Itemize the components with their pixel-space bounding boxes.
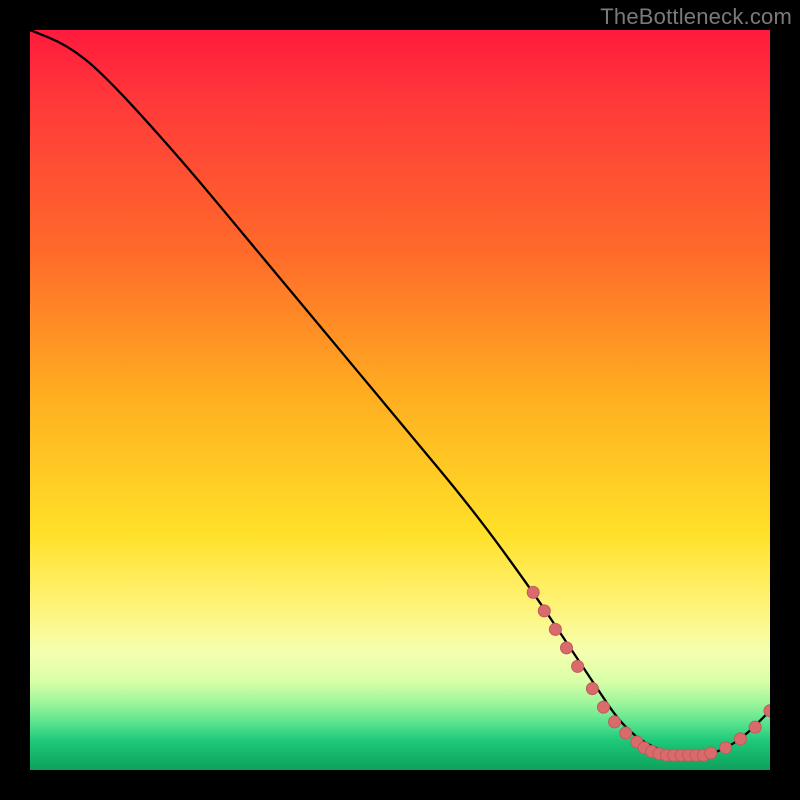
- curve-marker: [538, 605, 550, 617]
- curve-marker: [561, 642, 573, 654]
- curve-marker: [734, 733, 746, 745]
- watermark-text: TheBottleneck.com: [600, 4, 792, 30]
- chart-overlay: [30, 30, 770, 770]
- curve-marker: [572, 660, 584, 672]
- curve-marker: [620, 727, 632, 739]
- curve-marker: [598, 701, 610, 713]
- curve-marker: [720, 742, 732, 754]
- curve-marker: [609, 716, 621, 728]
- curve-markers: [527, 586, 770, 761]
- curve-marker: [705, 747, 717, 759]
- bottleneck-curve: [30, 30, 770, 755]
- curve-marker: [527, 586, 539, 598]
- curve-marker: [749, 721, 761, 733]
- chart-stage: TheBottleneck.com: [0, 0, 800, 800]
- curve-marker: [586, 683, 598, 695]
- curve-marker: [549, 623, 561, 635]
- plot-area: [30, 30, 770, 770]
